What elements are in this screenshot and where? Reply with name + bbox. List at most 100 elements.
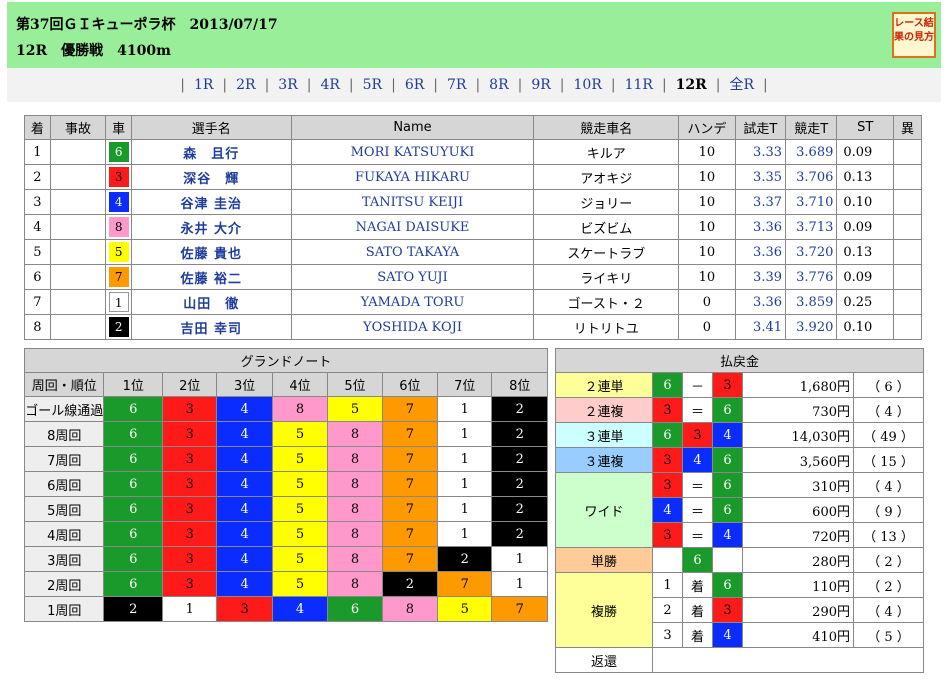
- grand-car-cell: 5: [437, 596, 493, 622]
- accident-cell: [49, 214, 107, 240]
- lap-label: 2周回: [23, 571, 105, 597]
- grand-header-row: 周回・順位 1位 2位 3位 4位 5位 6位 7位 8位: [23, 372, 548, 397]
- payout-car-cell: 6: [712, 497, 743, 523]
- grand-car-cell: 3: [162, 446, 218, 472]
- racer-name[interactable]: 佐藤 裕二: [131, 264, 292, 290]
- grand-car-cell: 1: [162, 596, 218, 622]
- payout-car-cell: 4: [682, 447, 713, 473]
- race-link-5R[interactable]: 5R: [354, 77, 391, 93]
- car-number-cell: 1: [105, 289, 133, 315]
- grand-car-cell: 8: [381, 596, 439, 622]
- grand-row: 5周回 6 3 4 5 8 7 1 2: [23, 496, 548, 522]
- racer-name-en[interactable]: SATO YUJI: [290, 264, 535, 290]
- racer-name-en[interactable]: SATO TAKAYA: [290, 239, 535, 265]
- grand-car-cell: 3: [162, 471, 218, 497]
- car-number-cell: 4: [105, 189, 133, 215]
- abnormal-cell: [893, 189, 922, 215]
- result-col-header: 事故: [49, 115, 107, 140]
- grand-car-cell: 1: [437, 446, 493, 472]
- finish-position: 7: [24, 289, 51, 315]
- payout-popularity: （ 2 ）: [852, 547, 925, 573]
- race-link-9R[interactable]: 9R: [522, 77, 559, 93]
- racer-name[interactable]: 深谷 輝: [131, 164, 292, 190]
- racer-name[interactable]: 山田 徹: [131, 289, 292, 315]
- race-link-6R[interactable]: 6R: [396, 77, 433, 93]
- race-link-2R[interactable]: 2R: [227, 77, 264, 93]
- race-link-12R[interactable]: 12R: [667, 77, 716, 93]
- racer-name-en[interactable]: MORI KATSUYUKI: [290, 139, 535, 165]
- payout-car-cell: 4: [712, 422, 743, 448]
- place-rank: 1: [652, 572, 683, 598]
- grand-car-cell: 1: [491, 546, 548, 572]
- bet-operator: －: [682, 372, 713, 398]
- racer-name-en[interactable]: YOSHIDA KOJI: [290, 314, 535, 340]
- payout-title: 払戻金: [554, 348, 925, 373]
- racer-name[interactable]: 永井 大介: [131, 214, 292, 240]
- car-number-badge: 1: [108, 292, 129, 312]
- start-timing: 0.10: [836, 189, 895, 215]
- race-link-1R[interactable]: 1R: [185, 77, 222, 93]
- grand-col-header: 5位: [327, 372, 383, 397]
- start-timing: 0.25: [836, 289, 895, 315]
- racer-name-en[interactable]: TANITSU KEIJI: [290, 189, 535, 215]
- abnormal-cell: [893, 164, 922, 190]
- race-link-4R[interactable]: 4R: [311, 77, 348, 93]
- bet-operator: ＝: [682, 522, 713, 548]
- racer-name-en[interactable]: FUKAYA HIKARU: [290, 164, 535, 190]
- grand-car-cell: 6: [103, 571, 164, 597]
- racer-name-en[interactable]: NAGAI DAISUKE: [290, 214, 535, 240]
- result-table: 着事故車選手名 Name 競走車名 ハンデ 試走T 競走T ST 異 16森 且行 MORI K…: [24, 115, 922, 340]
- payout-popularity: （ 9 ）: [852, 497, 925, 523]
- accident-cell: [49, 264, 107, 290]
- race-link-7R[interactable]: 7R: [438, 77, 475, 93]
- abnormal-cell: [893, 264, 922, 290]
- grand-note-table: グランドノート 周回・順位 1位 2位 3位 4位 5位 6位 7位 8位 ゴール線通過 6 3 4 8…: [23, 348, 548, 622]
- racer-name[interactable]: 谷津 圭治: [131, 189, 292, 215]
- grand-car-cell: 6: [103, 546, 164, 572]
- race-time: 3.706: [784, 164, 838, 190]
- payout-car-cell: 6: [712, 572, 743, 598]
- car-number-cell: 7: [105, 264, 133, 290]
- grand-car-cell: 7: [381, 546, 439, 572]
- racer-name-en[interactable]: YAMADA TORU: [290, 289, 535, 315]
- payout-row-sanrentan: ３連単 6 3 4 14,030円（ 49 ）: [555, 422, 925, 448]
- machine-name: ジョリー: [533, 189, 679, 215]
- payout-row-nirentan: ２連単 6 － 3 1,680円（ 6 ）: [555, 372, 925, 398]
- car-number-cell: 5: [105, 239, 133, 265]
- grand-car-cell: 1: [437, 471, 493, 497]
- race-link-全R[interactable]: 全R: [721, 77, 764, 93]
- payout-car-cell: 6: [682, 547, 713, 573]
- grand-car-cell: 4: [216, 521, 273, 547]
- racer-name[interactable]: 森 且行: [131, 139, 292, 165]
- start-timing: 0.13: [836, 164, 895, 190]
- grand-car-cell: 6: [103, 496, 164, 522]
- place-suffix: 着: [682, 597, 713, 623]
- race-time: 3.689: [784, 139, 838, 165]
- bet-type-label: ワイド: [555, 472, 653, 548]
- race-link-10R[interactable]: 10R: [565, 77, 611, 93]
- empty-cell: [652, 547, 683, 573]
- race-link-11R[interactable]: 11R: [616, 77, 662, 93]
- payout-row-fukusho: 複勝 1 着 6 110円（ 2 ）: [555, 572, 925, 648]
- racer-name[interactable]: 吉田 幸司: [131, 314, 292, 340]
- race-link-8R[interactable]: 8R: [480, 77, 517, 93]
- bet-operator: ＝: [682, 497, 713, 523]
- grand-car-cell: 1: [437, 496, 493, 522]
- handicap: 0: [677, 289, 736, 315]
- grand-car-cell: 7: [381, 421, 439, 447]
- finish-position: 8: [24, 314, 51, 340]
- racer-name[interactable]: 佐藤 貴也: [131, 239, 292, 265]
- race-header: 第37回ＧＩキューポラ杯 2013/07/17 12R 優勝戦 4100m レー…: [7, 2, 941, 68]
- trial-time: 3.37: [734, 189, 787, 215]
- grand-car-cell: 4: [216, 546, 273, 572]
- grand-car-cell: 2: [491, 496, 548, 522]
- trial-time: 3.35: [734, 164, 787, 190]
- grand-car-cell: 6: [103, 521, 164, 547]
- payout-popularity: （ 2 ）: [852, 572, 925, 598]
- payout-popularity: （ 4 ）: [852, 472, 925, 498]
- handicap: 10: [677, 139, 736, 165]
- result-guide-button[interactable]: レース結果の見方: [892, 12, 936, 58]
- bet-type-label: ２連単: [555, 372, 653, 398]
- grand-col-header: 4位: [271, 372, 329, 397]
- race-link-3R[interactable]: 3R: [269, 77, 306, 93]
